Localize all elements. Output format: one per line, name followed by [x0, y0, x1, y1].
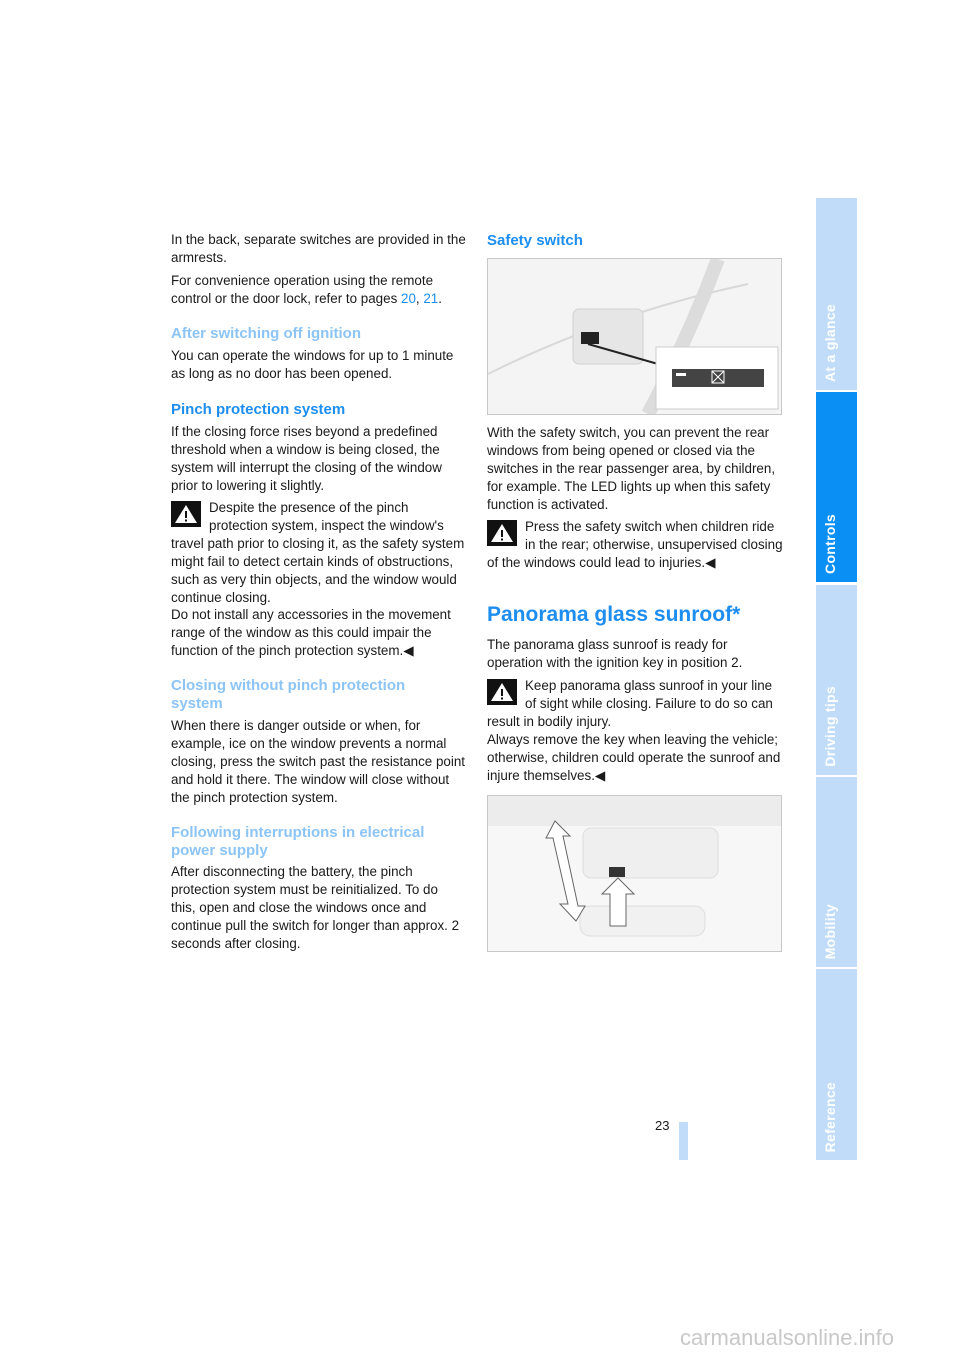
tab-label: At a glance	[822, 304, 838, 382]
sunroof-switch-illustration	[488, 796, 781, 951]
watermark: carmanualsonline.info	[680, 1325, 895, 1350]
tab-label: Reference	[822, 1081, 838, 1152]
paragraph-panorama: The panorama glass sunroof is ready for …	[487, 637, 743, 670]
tab-reference[interactable]: Reference	[816, 969, 857, 1160]
page-link-20[interactable]: 20	[401, 291, 416, 306]
warning-icon	[171, 501, 201, 527]
page-number: 23	[655, 1118, 670, 1133]
page-marker	[679, 1122, 688, 1160]
tab-driving-tips[interactable]: Driving tips	[816, 585, 857, 775]
tab-at-a-glance[interactable]: At a glance	[816, 198, 857, 390]
paragraph-rear-switches: In the back, separate switches are provi…	[171, 232, 466, 265]
heading-safety-switch: Safety switch	[487, 232, 583, 249]
warning-panorama: Keep panorama glass sunroof in your line…	[487, 678, 781, 783]
warning-pinch: Despite the presence of the pinch protec…	[171, 500, 465, 659]
warning-icon	[487, 679, 517, 705]
paragraph-pinch: If the closing force rises beyond a pred…	[171, 424, 442, 493]
door-switch-illustration	[488, 259, 781, 414]
paragraph-after-ignition: You can operate the windows for up to 1 …	[171, 348, 454, 381]
tab-label: Controls	[822, 514, 838, 574]
tab-label: Driving tips	[822, 686, 838, 767]
heading-panorama-sunroof: Panorama glass sunroof*	[487, 603, 741, 626]
tab-mobility[interactable]: Mobility	[816, 777, 857, 967]
paragraph-power-interruption: After disconnecting the battery, the pin…	[171, 864, 460, 951]
tab-controls[interactable]: Controls	[816, 392, 857, 582]
warning-icon	[487, 520, 517, 546]
heading-closing-without-pinch: Closing without pinch protection system	[171, 677, 406, 712]
tab-label: Mobility	[822, 903, 838, 959]
heading-power-interruption: Following interruptions in electrical po…	[171, 824, 425, 859]
paragraph-convenience: For convenience operation using the remo…	[171, 273, 442, 306]
heading-pinch-protection: Pinch protection system	[171, 401, 346, 418]
warning-safety: Press the safety switch when children ri…	[487, 519, 783, 570]
paragraph-closing: When there is danger outside or when, fo…	[171, 718, 465, 805]
heading-after-ignition: After switching off ignition	[171, 325, 361, 342]
sunroof-figure	[487, 795, 782, 952]
paragraph-safety: With the safety switch, you can prevent …	[487, 425, 776, 512]
page-link-21[interactable]: 21	[423, 291, 438, 306]
safety-switch-figure	[487, 258, 782, 415]
